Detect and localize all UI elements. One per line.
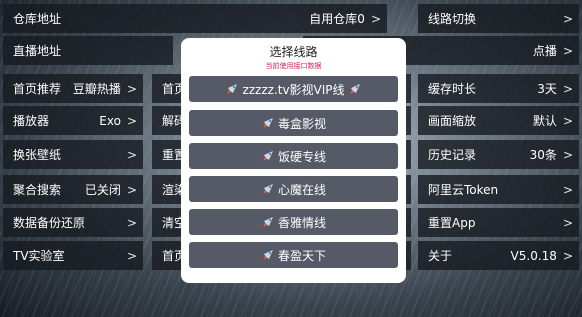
aggregate-search-item[interactable]: 聚合搜索 已关闭 > bbox=[3, 175, 143, 204]
zoom-item[interactable]: 画面缩放 默认 > bbox=[418, 106, 579, 135]
player-item[interactable]: 播放器 Exo > bbox=[3, 106, 143, 135]
aggregate-search-label: 聚合搜索 bbox=[13, 183, 62, 197]
chevron-right-icon: > bbox=[562, 43, 573, 58]
cache-duration-value: 3天 bbox=[537, 82, 557, 96]
rocket-icon bbox=[349, 84, 360, 94]
chevron-right-icon: > bbox=[126, 81, 137, 96]
chevron-right-icon: > bbox=[562, 147, 573, 162]
backup-restore-item[interactable]: 数据备份还原 > bbox=[3, 208, 143, 237]
rocket-icon bbox=[262, 217, 273, 227]
rocket-icon bbox=[262, 118, 273, 128]
aliyun-token-item[interactable]: 阿里云Token > bbox=[418, 175, 579, 204]
line-option-6[interactable]: 春盈天下 bbox=[189, 242, 398, 268]
line-option-label: 香雅情线 bbox=[277, 215, 326, 230]
chevron-right-icon: > bbox=[126, 215, 137, 230]
live-address-label: 直播地址 bbox=[13, 44, 62, 58]
live-address-item[interactable]: 直播地址 bbox=[3, 36, 173, 65]
line-switch-label: 线路切换 bbox=[428, 12, 477, 26]
home-recommend-label: 首页推荐 bbox=[13, 82, 62, 96]
chevron-right-icon: > bbox=[562, 182, 573, 197]
chevron-right-icon: > bbox=[562, 113, 573, 128]
chevron-right-icon: > bbox=[126, 248, 137, 263]
history-value: 30条 bbox=[529, 148, 557, 162]
line-option-3[interactable]: 饭硬专线 bbox=[189, 143, 398, 169]
repo-address-label: 仓库地址 bbox=[13, 12, 62, 26]
history-label: 历史记录 bbox=[428, 148, 477, 162]
cache-duration-label: 缓存时长 bbox=[428, 82, 477, 96]
about-version: V5.0.18 bbox=[510, 248, 557, 263]
line-option-2[interactable]: 毒盒影视 bbox=[189, 110, 398, 136]
line-option-1[interactable]: zzzzz.tv影视VIP线 bbox=[189, 76, 398, 102]
line-option-label: 饭硬专线 bbox=[277, 149, 326, 164]
about-item[interactable]: 关于 V5.0.18 > bbox=[418, 241, 579, 270]
home-recommend-value: 豆瓣热播 bbox=[72, 82, 121, 96]
chevron-right-icon: > bbox=[562, 215, 573, 230]
home-recommend-item[interactable]: 首页推荐 豆瓣热播 > bbox=[3, 74, 143, 103]
wallpaper-label: 换张壁纸 bbox=[13, 148, 62, 162]
zoom-value: 默认 bbox=[532, 114, 557, 128]
live-option-value: 点播 bbox=[532, 44, 557, 58]
line-option-label: 心魔在线 bbox=[277, 182, 326, 197]
chevron-right-icon: > bbox=[562, 11, 573, 26]
chevron-right-icon: > bbox=[370, 11, 381, 26]
chevron-right-icon: > bbox=[126, 147, 137, 162]
line-option-label: 毒盒影视 bbox=[277, 116, 326, 131]
zoom-label: 画面缩放 bbox=[428, 114, 477, 128]
cache-duration-item[interactable]: 缓存时长 3天 > bbox=[418, 74, 579, 103]
line-option-5[interactable]: 香雅情线 bbox=[189, 209, 398, 235]
tv-lab-label: TV实验室 bbox=[13, 249, 65, 263]
about-label: 关于 bbox=[428, 249, 453, 263]
reset-app-label: 重置App bbox=[428, 216, 476, 230]
chevron-right-icon: > bbox=[562, 248, 573, 263]
rocket-icon bbox=[262, 184, 273, 194]
line-option-label: zzzzz.tv影视VIP线 bbox=[242, 82, 345, 97]
tv-lab-item[interactable]: TV实验室 > bbox=[3, 241, 143, 270]
chevron-right-icon: > bbox=[562, 81, 573, 96]
repo-address-item[interactable]: 仓库地址 自用仓库0 > bbox=[3, 4, 387, 33]
repo-address-value: 自用仓库0 bbox=[309, 12, 365, 26]
line-option-4[interactable]: 心魔在线 bbox=[189, 176, 398, 202]
rocket-icon bbox=[262, 151, 273, 161]
aliyun-token-label: 阿里云Token bbox=[428, 183, 499, 197]
line-option-label: 春盈天下 bbox=[277, 248, 326, 263]
reset-app-item[interactable]: 重置App > bbox=[418, 208, 579, 237]
player-label: 播放器 bbox=[13, 114, 50, 128]
select-line-dialog: 选择线路 当前使用接口数据 zzzzz.tv影视VIP线 毒盒影视 饭硬专线 心… bbox=[181, 38, 406, 283]
line-switch-item[interactable]: 线路切换 > bbox=[418, 4, 579, 33]
dialog-title: 选择线路 bbox=[269, 45, 318, 59]
rocket-icon bbox=[262, 250, 273, 260]
history-item[interactable]: 历史记录 30条 > bbox=[418, 140, 579, 169]
player-value: Exo bbox=[99, 113, 121, 128]
chevron-right-icon: > bbox=[126, 182, 137, 197]
dialog-subtitle: 当前使用接口数据 bbox=[265, 62, 322, 70]
aggregate-search-value: 已关闭 bbox=[84, 183, 121, 197]
chevron-right-icon: > bbox=[126, 113, 137, 128]
backup-restore-label: 数据备份还原 bbox=[13, 216, 86, 230]
rocket-icon bbox=[227, 84, 238, 94]
wallpaper-item[interactable]: 换张壁纸 > bbox=[3, 140, 143, 169]
